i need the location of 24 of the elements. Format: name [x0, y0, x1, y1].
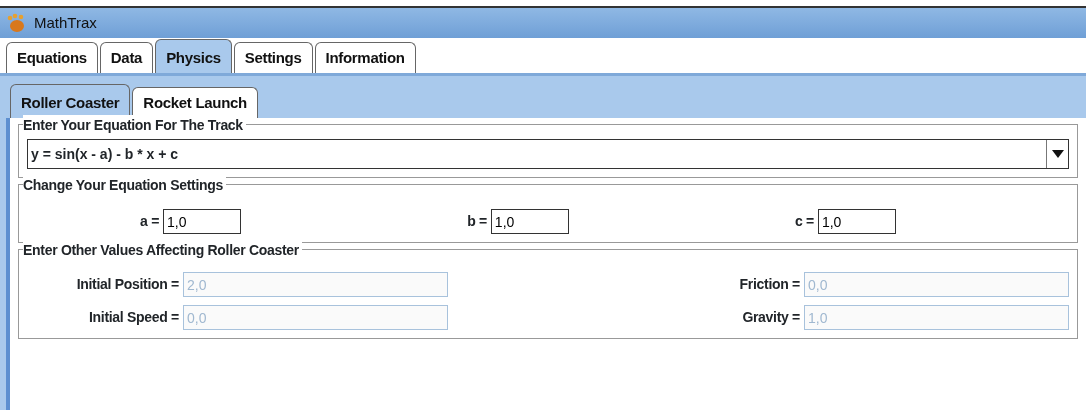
field-label: Initial Speed = [88, 308, 179, 327]
section-title: Enter Other Values Affecting Roller Coaster [23, 240, 302, 261]
tab[interactable]: Information [314, 41, 416, 73]
tab[interactable]: Rocket Launch [132, 86, 258, 118]
field-label: Gravity = [742, 308, 800, 327]
tab[interactable]: Equations [6, 41, 98, 73]
equation-dropdown[interactable]: y = sin(x - a) - b * x + c [27, 139, 1069, 169]
tab[interactable]: Data [99, 41, 154, 73]
field-label: a = [140, 212, 159, 231]
tab[interactable]: Settings [233, 41, 313, 73]
paw-icon [6, 13, 26, 33]
field-label: b = [467, 212, 487, 231]
field-label: Initial Position = [76, 275, 179, 294]
caret-icon [1051, 150, 1064, 158]
input-field[interactable]: 1,0 [490, 209, 569, 234]
tab[interactable]: Roller Coaster [10, 83, 131, 118]
input-field[interactable]: 1,0 [817, 209, 896, 234]
window-title: MathTrax [34, 12, 97, 33]
section-title: Change Your Equation Settings [23, 175, 226, 196]
field-label: c = [795, 212, 814, 231]
input-field[interactable]: 1,0 [163, 209, 241, 234]
section-title: Enter Your Equation For The Track [23, 115, 246, 136]
field-label: Friction = [739, 275, 800, 294]
tab[interactable]: Physics [155, 38, 232, 73]
